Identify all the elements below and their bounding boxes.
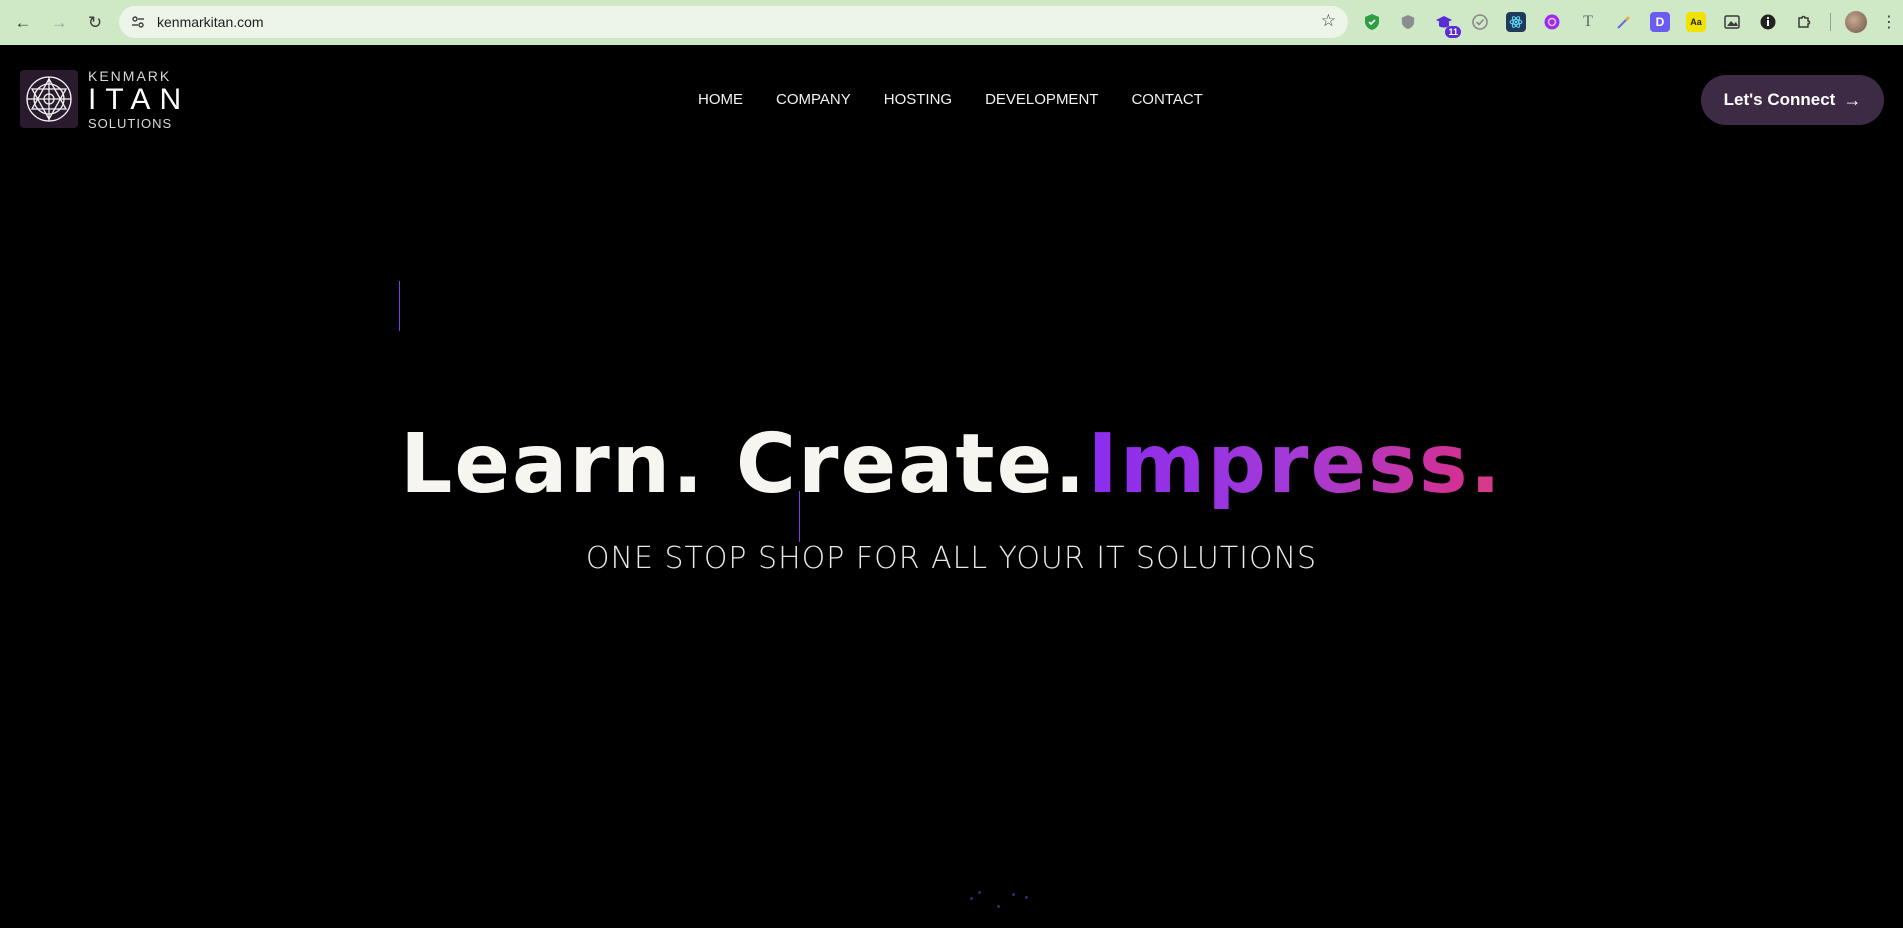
logo-top-text: KENMARK bbox=[88, 67, 172, 84]
particle-dot bbox=[997, 905, 1000, 908]
profile-avatar[interactable] bbox=[1845, 11, 1867, 33]
extension-badge: 11 bbox=[1445, 26, 1461, 38]
webpage: KENMARK ITAN SOLUTIONS HOME COMPANY HOST… bbox=[0, 45, 1903, 928]
hero-title: Learn. Create.Impress. bbox=[0, 417, 1903, 512]
site-info-icon[interactable] bbox=[125, 9, 151, 35]
particle-dot bbox=[1012, 893, 1015, 896]
logo-emblem-icon bbox=[20, 70, 78, 128]
hero-title-gradient: Impress bbox=[1087, 417, 1470, 512]
nav-hosting[interactable]: HOSTING bbox=[884, 91, 952, 108]
image-extension-icon[interactable] bbox=[1722, 12, 1742, 32]
hero-subtitle: ONE STOP SHOP FOR ALL YOUR IT SOLUTIONS bbox=[585, 541, 1318, 576]
nav-contact[interactable]: CONTACT bbox=[1131, 91, 1202, 108]
particle-dot bbox=[978, 891, 981, 894]
dictionary-extension-icon[interactable]: Aa bbox=[1686, 12, 1706, 32]
check-circle-extension-icon[interactable] bbox=[1470, 12, 1490, 32]
cta-label: Let's Connect bbox=[1723, 90, 1836, 109]
d-extension-icon[interactable]: D bbox=[1650, 12, 1670, 32]
particle-dot bbox=[970, 897, 973, 900]
arrow-right-icon: → bbox=[1843, 89, 1862, 110]
forward-icon[interactable]: → bbox=[46, 10, 72, 36]
nav-company[interactable]: COMPANY bbox=[776, 91, 851, 108]
toolbar-separator bbox=[1830, 13, 1831, 31]
particle-dot bbox=[1025, 896, 1028, 899]
cursor-trail-line bbox=[399, 281, 400, 331]
reload-icon[interactable]: ↻ bbox=[82, 10, 108, 36]
logo-main-text: ITAN bbox=[88, 82, 191, 116]
browser-nav-buttons: ← → ↻ bbox=[10, 10, 118, 36]
hero-title-white: Learn. Create. bbox=[400, 417, 1088, 512]
puzzle-extension-icon[interactable] bbox=[1794, 12, 1814, 32]
extensions-bar: 11 T D Aa ⋮ bbox=[1362, 9, 1897, 38]
shield-check-extension-icon[interactable] bbox=[1362, 12, 1382, 32]
address-bar[interactable]: kenmarkitan.com ☆ bbox=[119, 6, 1348, 38]
lets-connect-button[interactable]: Let's Connect → bbox=[1701, 75, 1884, 125]
nav-development[interactable]: DEVELOPMENT bbox=[985, 91, 1098, 108]
nav-home[interactable]: HOME bbox=[698, 91, 743, 108]
main-navigation: HOME COMPANY HOSTING DEVELOPMENT CONTACT bbox=[698, 91, 1236, 108]
text-t-extension-icon[interactable]: T bbox=[1578, 12, 1598, 32]
graduation-cap-extension-icon[interactable]: 11 bbox=[1434, 12, 1461, 38]
shield-extension-icon[interactable] bbox=[1398, 12, 1418, 32]
hero-title-dot: . bbox=[1469, 417, 1503, 512]
browser-menu-icon[interactable]: ⋮ bbox=[1881, 12, 1897, 32]
logo-bottom-text: SOLUTIONS bbox=[88, 115, 173, 131]
eyedropper-extension-icon[interactable] bbox=[1614, 12, 1634, 32]
info-extension-icon[interactable] bbox=[1758, 12, 1778, 32]
react-extension-icon[interactable] bbox=[1506, 12, 1526, 32]
logo-wordmark: KENMARK ITAN SOLUTIONS bbox=[88, 69, 190, 130]
url-text[interactable]: kenmarkitan.com bbox=[157, 14, 264, 30]
bookmark-star-icon[interactable]: ☆ bbox=[1321, 11, 1336, 31]
back-icon[interactable]: ← bbox=[10, 10, 36, 36]
site-logo[interactable]: KENMARK ITAN SOLUTIONS bbox=[20, 67, 190, 131]
purple-circle-extension-icon[interactable] bbox=[1542, 12, 1562, 32]
browser-toolbar: ← → ↻ kenmarkitan.com ☆ 11 T D Aa ⋮ bbox=[0, 0, 1903, 45]
